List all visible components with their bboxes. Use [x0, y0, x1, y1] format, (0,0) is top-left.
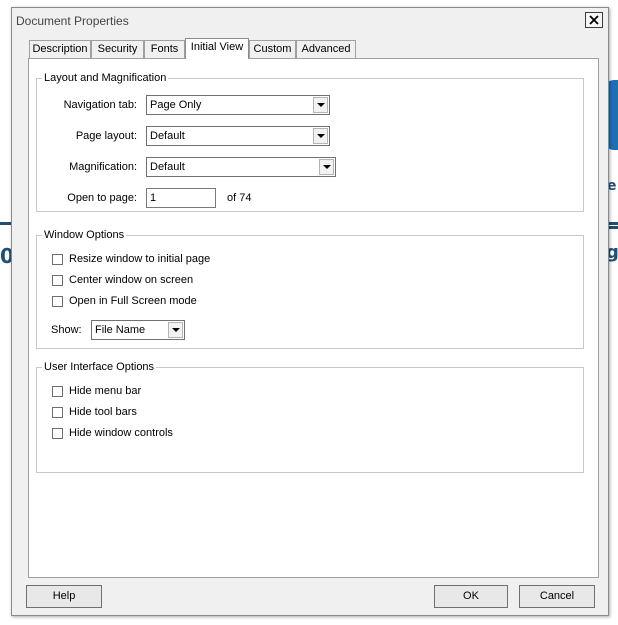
checkbox-box[interactable] — [52, 407, 63, 418]
navigation-tab-select[interactable]: Page Only — [146, 95, 330, 115]
open-to-page-value: 1 — [150, 192, 157, 204]
magnification-value: Default — [150, 161, 185, 173]
page-layout-label: Page layout: — [75, 130, 137, 142]
close-button[interactable] — [585, 12, 603, 28]
tab-security[interactable]: Security — [91, 40, 144, 58]
center-window-label: Center window on screen — [69, 274, 194, 286]
chevron-down-icon — [319, 159, 334, 175]
user-interface-options-legend: User Interface Options — [44, 361, 155, 373]
close-icon — [589, 15, 599, 25]
cancel-button[interactable]: Cancel — [519, 585, 595, 608]
checkbox-box[interactable] — [52, 296, 63, 307]
tab-description[interactable]: Description — [29, 40, 91, 58]
navigation-tab-label: Navigation tab: — [63, 99, 137, 111]
title-bar: Document Properties — [12, 8, 608, 33]
chevron-down-icon — [168, 322, 183, 338]
chevron-down-icon — [313, 128, 328, 144]
magnification-select[interactable]: Default — [146, 157, 336, 177]
show-value: File Name — [95, 324, 146, 336]
tab-fonts[interactable]: Fonts — [144, 40, 185, 58]
open-to-page-label: Open to page: — [67, 192, 137, 204]
show-select[interactable]: File Name — [91, 320, 185, 340]
hide-tool-bars-label: Hide tool bars — [69, 406, 137, 418]
tab-advanced[interactable]: Advanced — [296, 40, 356, 58]
tab-custom[interactable]: Custom — [249, 40, 296, 58]
navigation-tab-value: Page Only — [150, 99, 202, 111]
chevron-down-icon — [313, 97, 328, 113]
fullscreen-label: Open in Full Screen mode — [69, 295, 197, 307]
hide-window-controls-label: Hide window controls — [69, 427, 173, 439]
resize-window-label: Resize window to initial page — [69, 253, 211, 265]
checkbox-box[interactable] — [52, 254, 63, 265]
tab-initial-view[interactable]: Initial View — [185, 38, 249, 59]
dialog-title: Document Properties — [16, 14, 129, 28]
help-button[interactable]: Help — [26, 585, 102, 608]
open-to-page-input[interactable]: 1 — [146, 188, 216, 208]
window-options-legend: Window Options — [44, 229, 125, 241]
page-layout-select[interactable]: Default — [146, 126, 330, 146]
show-label: Show: — [51, 324, 82, 336]
layout-magnification-legend: Layout and Magnification — [44, 72, 167, 84]
checkbox-box[interactable] — [52, 428, 63, 439]
hide-menu-bar-label: Hide menu bar — [69, 385, 142, 397]
magnification-label: Magnification: — [69, 161, 137, 173]
checkbox-box[interactable] — [52, 275, 63, 286]
document-properties-dialog: Document Properties Description Security… — [11, 7, 609, 616]
page-count-label: of 74 — [227, 192, 252, 204]
ok-button[interactable]: OK — [434, 585, 508, 608]
page-layout-value: Default — [150, 130, 185, 142]
initial-view-panel: Layout and Magnification Navigation tab:… — [28, 58, 599, 578]
checkbox-box[interactable] — [52, 386, 63, 397]
